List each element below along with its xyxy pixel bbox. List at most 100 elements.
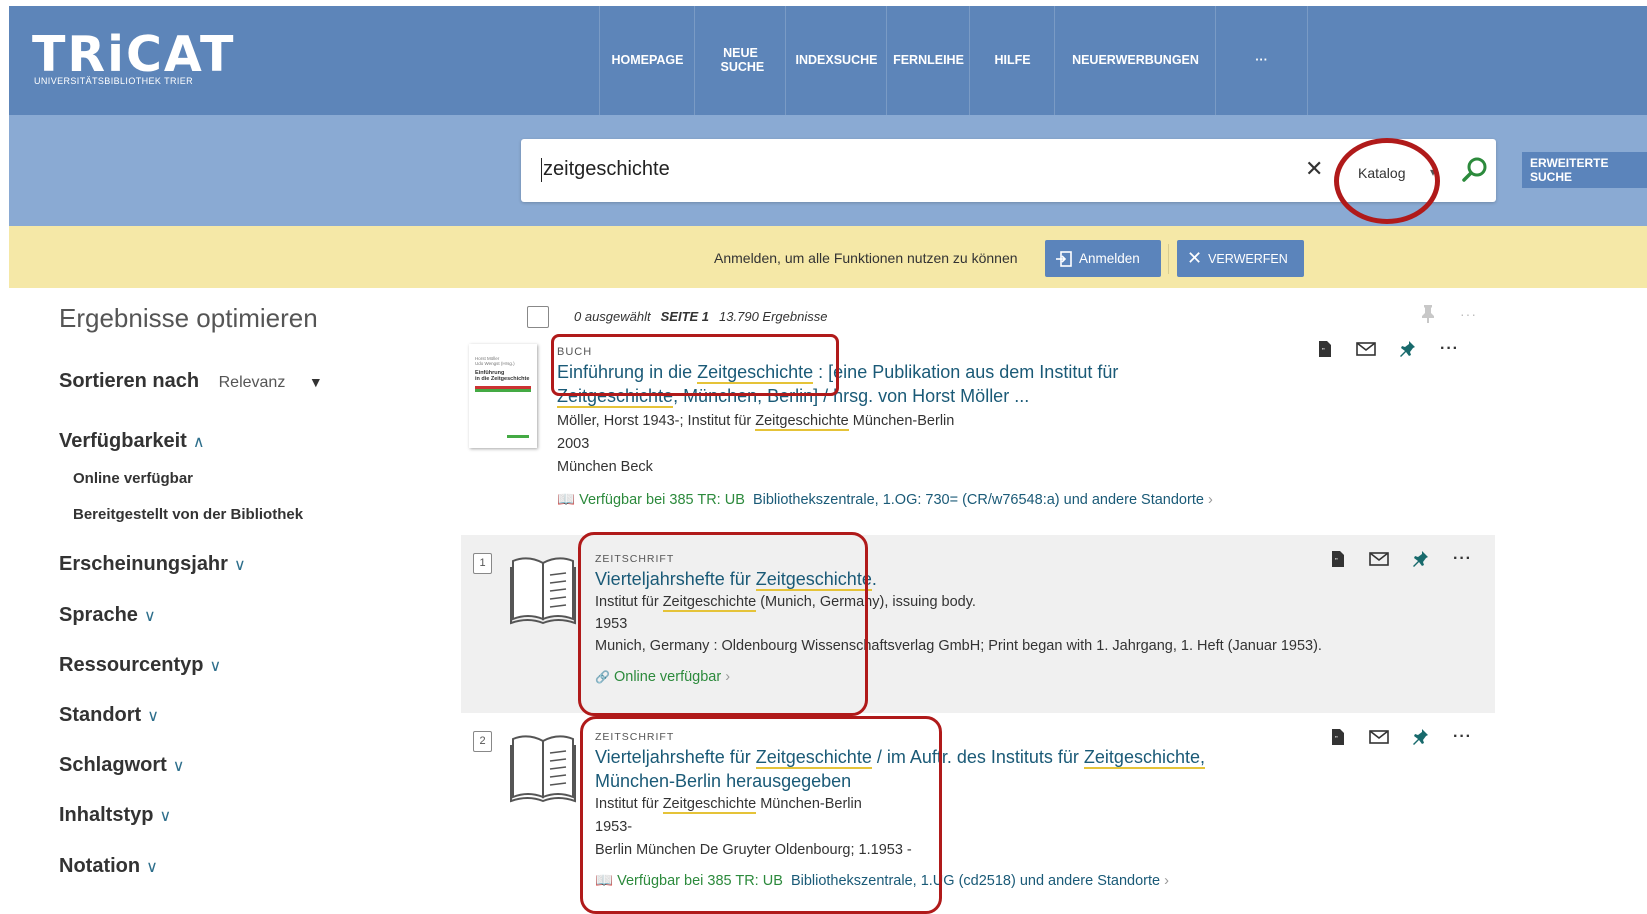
login-button[interactable]: Anmelden	[1045, 240, 1161, 277]
text-caret	[541, 158, 542, 182]
open-book-icon	[508, 731, 578, 808]
selected-count: 0 ausgewählt	[574, 309, 651, 324]
book-cover-thumbnail[interactable]: Horst Möller Udo Wengst (Hrsg.) Einführu…	[469, 344, 537, 448]
nav-indexsuche[interactable]: INDEXSUCHE	[785, 6, 887, 115]
facet-schlagwort[interactable]: Schlagwort ∨	[59, 754, 185, 777]
email-icon[interactable]	[1356, 341, 1376, 357]
result-actions: ” ···	[1318, 340, 1459, 358]
chevron-down-icon: ∨	[172, 758, 185, 775]
sort-control[interactable]: Sortieren nach Relevanz ▼	[59, 370, 323, 393]
pin-icon[interactable]	[1413, 550, 1429, 568]
advanced-search-button[interactable]: ERWEITERTE SUCHE	[1522, 152, 1647, 188]
availability-location: Bibliothekszentrale, 1.OG: 730= (CR/w765…	[752, 492, 1204, 508]
chevron-right-icon: ›	[1164, 873, 1169, 889]
availability-link[interactable]: 📖 Verfügbar bei 385 TR: UB Bibliotheksze…	[557, 491, 1213, 508]
divider	[1168, 244, 1169, 274]
more-options-icon[interactable]: ···	[1460, 306, 1477, 322]
facet-option-online[interactable]: Online verfügbar	[73, 470, 193, 487]
result-count: 13.790 Ergebnisse	[719, 309, 828, 324]
chevron-down-icon: ∨	[209, 658, 222, 675]
result-actions: ” ···	[1331, 728, 1472, 746]
sort-dropdown-icon[interactable]: ▼	[309, 374, 323, 390]
tricat-logo[interactable]: TRiCAT	[32, 30, 235, 79]
facet-standort[interactable]: Standort ∨	[59, 704, 159, 727]
facet-verfuegbarkeit[interactable]: Verfügbarkeit ∧	[59, 430, 205, 453]
results-summary: 0 ausgewählt SEITE 1 13.790 Ergebnisse	[574, 309, 827, 324]
sidebar-title: Ergebnisse optimieren	[59, 303, 318, 333]
facet-option-library[interactable]: Bereitgestellt von der Bibliothek	[73, 506, 303, 523]
more-options-icon[interactable]: ···	[1440, 340, 1459, 358]
login-icon	[1056, 250, 1072, 267]
nav-neuerwerbungen[interactable]: NEUERWERBUNGEN	[1054, 6, 1216, 115]
result-year: 2003	[557, 436, 590, 452]
annotation-box	[580, 716, 942, 914]
author-highlight: Zeitgeschichte	[755, 413, 849, 431]
cover-title: Einführung in die Zeitgeschichte	[475, 370, 530, 382]
cover-stripe	[507, 435, 529, 438]
more-options-icon[interactable]: ···	[1453, 728, 1472, 746]
chevron-up-icon: ∧	[192, 434, 205, 451]
result-actions: ” ···	[1331, 550, 1472, 568]
result-author: Möller, Horst 1943-; Institut für Zeitge…	[557, 413, 955, 431]
chevron-right-icon: ›	[1207, 492, 1213, 508]
nav-neue-suche[interactable]: NEUE SUCHE	[694, 6, 786, 115]
chevron-down-icon: ∨	[147, 708, 159, 725]
search-icon[interactable]	[1460, 155, 1490, 190]
annotation-box	[551, 334, 839, 396]
citation-icon[interactable]: ”	[1318, 340, 1332, 358]
chevron-down-icon: ∨	[146, 859, 158, 876]
email-icon[interactable]	[1369, 729, 1389, 745]
svg-text:”: ”	[1322, 347, 1325, 356]
annotation-box	[578, 532, 868, 716]
title-text: .	[871, 569, 877, 589]
svg-text:”: ”	[1335, 557, 1338, 566]
author-text: Möller, Horst 1943-; Institut für	[557, 413, 756, 429]
svg-text:”: ”	[1335, 735, 1338, 744]
cover-stripe	[475, 389, 531, 392]
chevron-down-icon: ∨	[143, 608, 156, 625]
nav-fernleihe[interactable]: FERNLEIHE	[886, 6, 970, 115]
facet-label: Erscheinungsjahr	[59, 553, 228, 575]
pin-icon[interactable]	[1420, 304, 1436, 329]
dismiss-label: VERWERFEN	[1208, 251, 1288, 266]
nav-homepage[interactable]: HOMEPAGE	[599, 6, 695, 115]
nav-more-icon[interactable]: ···	[1215, 6, 1308, 115]
facet-notation[interactable]: Notation ∨	[59, 855, 158, 878]
more-options-icon[interactable]: ···	[1453, 550, 1472, 568]
facet-inhaltstyp[interactable]: Inhaltstyp ∨	[59, 804, 171, 827]
facet-label: Notation	[59, 855, 141, 877]
pin-icon[interactable]	[1400, 340, 1416, 358]
title-highlight: Zeitgeschichte,	[1083, 747, 1205, 769]
citation-icon[interactable]: ”	[1331, 728, 1345, 746]
dismiss-button[interactable]: ✕ VERWERFEN	[1177, 240, 1304, 277]
login-label: Anmelden	[1079, 251, 1140, 266]
clear-search-icon[interactable]: ✕	[1305, 156, 1323, 182]
annotation-circle	[1334, 138, 1440, 224]
facet-label: Verfügbarkeit	[59, 430, 187, 452]
search-input[interactable]: zeitgeschichte	[543, 158, 670, 181]
facet-label: Schlagwort	[59, 754, 167, 776]
email-icon[interactable]	[1369, 551, 1389, 567]
title-text: : [eine Publikation aus dem Institut für	[813, 362, 1119, 382]
book-icon: 📖	[557, 492, 576, 508]
citation-icon[interactable]: ”	[1331, 550, 1345, 568]
result-publisher: München Beck	[557, 459, 653, 475]
facet-erscheinungsjahr[interactable]: Erscheinungsjahr ∨	[59, 553, 246, 576]
close-icon: ✕	[1187, 248, 1203, 268]
pin-icon[interactable]	[1413, 728, 1429, 746]
login-notice-text: Anmelden, um alle Funktionen nutzen zu k…	[714, 250, 1018, 266]
sort-value[interactable]: Relevanz	[219, 374, 286, 391]
logo-subtitle: UNIVERSITÄTSBIBLIOTHEK TRIER	[34, 76, 194, 86]
sort-label: Sortieren nach	[59, 370, 200, 392]
nav-hilfe[interactable]: HILFE	[969, 6, 1055, 115]
select-all-checkbox[interactable]	[527, 306, 549, 328]
chevron-down-icon: ∨	[159, 808, 172, 825]
facet-label: Inhaltstyp	[59, 804, 154, 826]
facet-label: Standort	[59, 704, 142, 726]
availability-text: Verfügbar bei 385 TR: UB	[579, 492, 745, 508]
result-number: 2	[473, 731, 492, 752]
facet-ressourcentyp[interactable]: Ressourcentyp ∨	[59, 654, 221, 677]
facet-sprache[interactable]: Sprache ∨	[59, 604, 156, 627]
author-text: München-Berlin	[848, 413, 955, 429]
cover-authors: Horst Möller Udo Wengst (Hrsg.)	[475, 356, 515, 366]
